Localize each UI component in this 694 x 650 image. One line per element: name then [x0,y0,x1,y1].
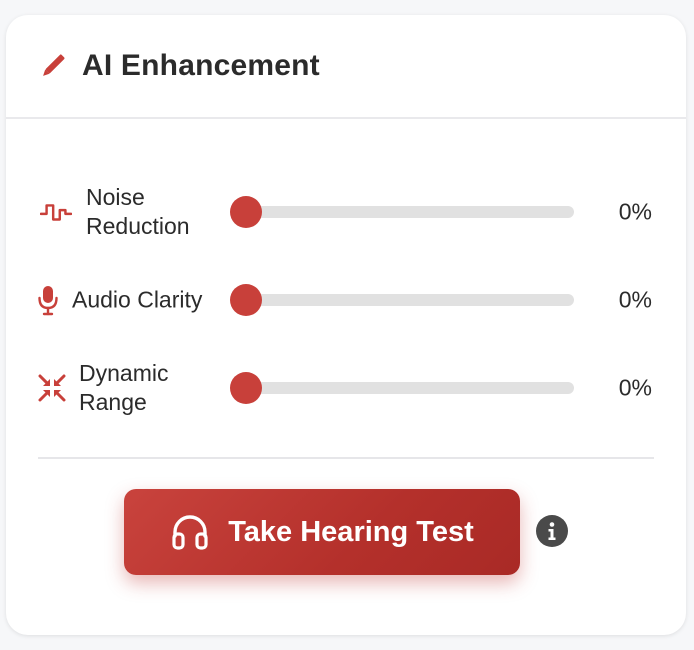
noise-reduction-row: Noise Reduction 0% [6,177,686,247]
waveform-icon [40,196,72,228]
card-header: AI Enhancement [6,15,686,119]
dynamic-range-label: Dynamic Range [79,360,169,415]
noise-reduction-slider-thumb[interactable] [230,196,262,228]
section-divider [38,457,654,459]
audio-clarity-value: 0% [618,286,652,313]
dynamic-range-slider[interactable] [230,372,574,404]
dynamic-range-row: Dynamic Range 0% [6,353,686,423]
audio-clarity-slider[interactable] [230,284,574,316]
noise-reduction-label: Noise Reduction [86,184,190,239]
pencil-icon [38,51,68,81]
noise-reduction-value: 0% [618,198,652,225]
audio-clarity-row: Audio Clarity 0% [6,265,686,335]
dynamic-range-value: 0% [618,374,652,401]
panel-title: AI Enhancement [82,49,320,82]
take-hearing-test-label: Take Hearing Test [228,515,474,548]
noise-reduction-slider[interactable] [230,196,574,228]
audio-clarity-label: Audio Clarity [72,286,203,313]
headphones-icon [170,512,210,552]
audio-clarity-slider-thumb[interactable] [230,284,262,316]
microphone-icon [32,284,64,316]
ai-enhancement-card: AI Enhancement Noise Reduction 0% Audio … [6,15,686,635]
info-icon[interactable] [536,515,568,547]
take-hearing-test-button[interactable]: Take Hearing Test [124,489,520,575]
dynamic-range-slider-thumb[interactable] [230,372,262,404]
compress-arrows-icon [36,372,68,404]
